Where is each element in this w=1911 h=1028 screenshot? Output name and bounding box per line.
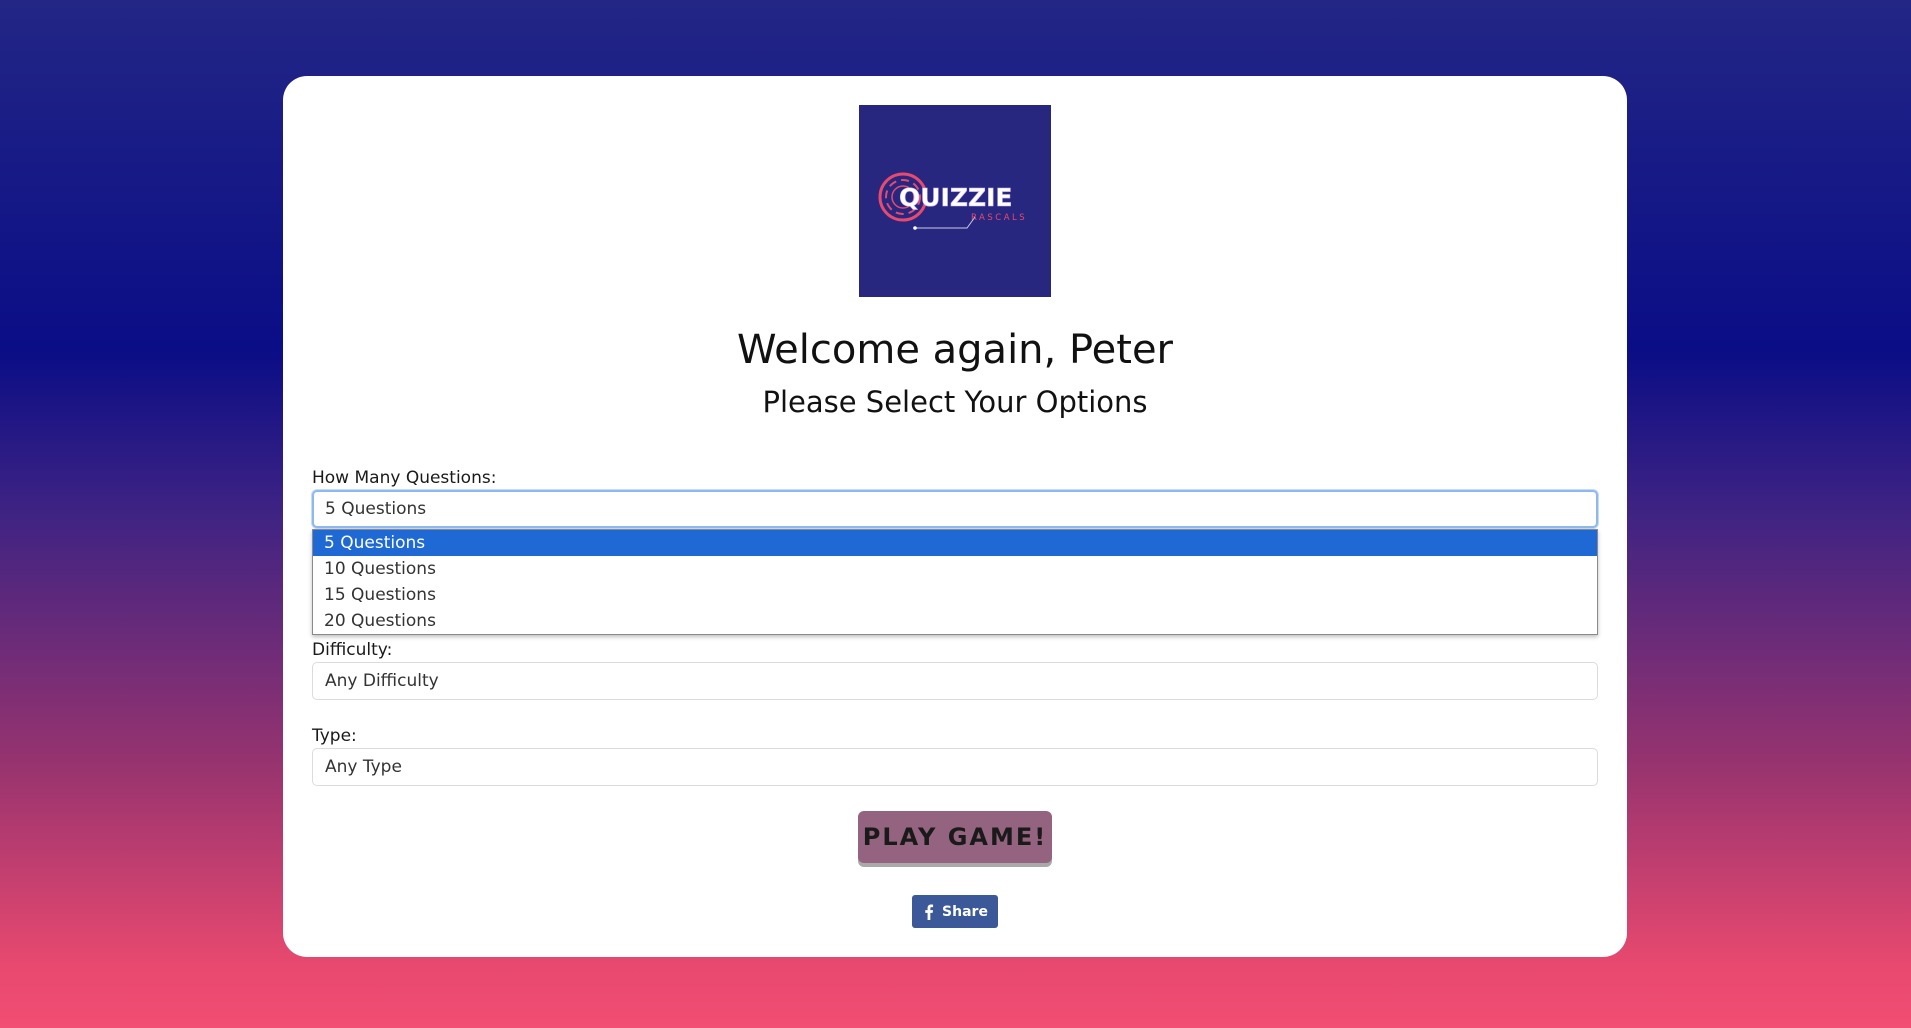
option-5-questions[interactable]: 5 Questions <box>313 530 1597 556</box>
svg-text:QUIZZIE: QUIZZIE <box>899 183 1013 212</box>
quizzie-rascals-logo: QUIZZIE RASCALS <box>859 105 1051 297</box>
questions-dropdown-list: 5 Questions 10 Questions 15 Questions 20… <box>312 529 1598 635</box>
option-15-questions[interactable]: 15 Questions <box>313 582 1597 608</box>
questions-select[interactable]: 5 Questions <box>312 490 1598 528</box>
difficulty-select[interactable]: Any Difficulty <box>312 662 1598 700</box>
option-20-questions[interactable]: 20 Questions <box>313 608 1597 634</box>
difficulty-label: Difficulty: <box>312 640 393 660</box>
svg-text:RASCALS: RASCALS <box>971 213 1027 223</box>
options-subtitle: Please Select Your Options <box>762 385 1148 419</box>
welcome-title: Welcome again, Peter <box>736 327 1174 373</box>
play-game-button[interactable]: PLAY GAME! <box>858 811 1052 863</box>
type-label: Type: <box>312 726 357 746</box>
type-select[interactable]: Any Type <box>312 748 1598 786</box>
logo-graphic: QUIZZIE RASCALS <box>859 105 1051 297</box>
facebook-share-button[interactable]: Share <box>912 895 998 928</box>
facebook-icon <box>925 903 934 920</box>
questions-label: How Many Questions: <box>312 468 497 488</box>
options-card: QUIZZIE RASCALS Welcome again, Peter Ple… <box>283 76 1627 957</box>
share-label: Share <box>942 903 988 920</box>
option-10-questions[interactable]: 10 Questions <box>313 556 1597 582</box>
